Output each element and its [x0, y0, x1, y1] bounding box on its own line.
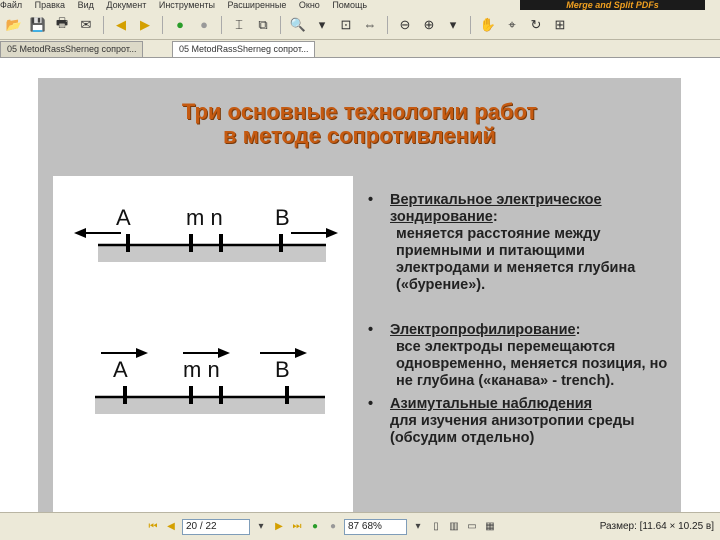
menu-tools[interactable]: Инструменты [159, 0, 215, 10]
zoom-field[interactable]: 87 68% [344, 518, 407, 535]
label-mn-top: m n [186, 205, 223, 230]
fit-width-icon[interactable]: ⇔ [360, 15, 380, 35]
label-a-bottom: A [113, 357, 128, 382]
facing-page-icon[interactable]: ▭ [465, 520, 479, 534]
next-page-icon[interactable]: ▶ [272, 520, 286, 534]
bullet-dot: • [368, 192, 374, 208]
zoom-dropdown-icon[interactable]: ▾ [312, 15, 332, 35]
arrowhead-left-top [74, 228, 86, 238]
toolbar-separator [221, 15, 222, 34]
prev-page-icon[interactable]: ◀ [164, 520, 178, 534]
document-canvas[interactable]: Три основные технологии работ в методе с… [0, 58, 720, 516]
fit-page-icon[interactable]: ⊡ [336, 15, 356, 35]
menu-document[interactable]: Документ [106, 0, 146, 10]
bullet-body: все электроды перемещаются одновременно,… [396, 339, 668, 389]
menu-help[interactable]: Помощь [332, 0, 367, 10]
next-arrow-icon[interactable]: ▶ [135, 15, 155, 35]
toolbar-separator [280, 15, 281, 34]
bullet-profiling: • Электропрофилирование: все электроды п… [368, 322, 668, 390]
tab-document-2[interactable]: 05 MetodRassSherneg сопрот... [172, 41, 316, 57]
page-size-indicator: Размер: [11.64 × 10.25 в] [599, 521, 714, 532]
ground-layer-top [98, 246, 326, 262]
continuous-page-icon[interactable]: ▥ [447, 520, 461, 534]
bullet-body: для изучения анизотропии среды (обсудим … [390, 413, 635, 446]
toolbar: 📂 💾 🖶 ✉ ◀ ▶ ● ● ⌶ ⧉ 🔍 ▾ ⊡ ⇔ ⊖ ⊕ ▾ ✋ ⌖ ↻ … [0, 10, 720, 40]
arrowhead-mn-bottom [218, 348, 230, 358]
menu-advanced[interactable]: Расширенные [227, 0, 286, 10]
bullet-azimuthal: • Азимутальные наблюдения для изучения а… [368, 396, 668, 447]
zoom-out-icon[interactable]: ⊖ [395, 15, 415, 35]
electrode-diagram: A m n B A m n B [53, 176, 353, 516]
page-number-field[interactable]: 20 / 22 [182, 518, 250, 535]
bullet-heading: Электропрофилирование [390, 322, 576, 338]
toolbar-separator [162, 15, 163, 34]
bullet-dot: • [368, 396, 374, 412]
label-mn-bottom: m n [183, 357, 220, 382]
zoom-in-icon[interactable]: 🔍 [288, 15, 308, 35]
bullet-colon: : [575, 322, 581, 338]
electrode-diagram-svg: A m n B A m n B [74, 205, 338, 414]
select-tool-icon[interactable]: ⌖ [502, 15, 522, 35]
rotate-icon[interactable]: ↻ [526, 15, 546, 35]
hand-tool-icon[interactable]: ✋ [478, 15, 498, 35]
open-icon[interactable]: 📂 [4, 15, 24, 35]
toolbar-separator [470, 15, 471, 34]
arrowhead-right-top [326, 228, 338, 238]
ground-layer-bottom [95, 398, 325, 414]
bullet-body: меняется расстояние между приемными и пи… [396, 226, 636, 293]
save-icon[interactable]: 💾 [28, 15, 48, 35]
bullet-colon: : [492, 209, 498, 225]
last-page-icon[interactable]: ⏭ [290, 520, 304, 534]
menu-edit[interactable]: Правка [35, 0, 65, 10]
snapshot-icon[interactable]: ⧉ [253, 15, 273, 35]
arrowhead-b-bottom [295, 348, 307, 358]
menu-window[interactable]: Окно [299, 0, 320, 10]
toolbar-separator [387, 15, 388, 34]
back-view-icon[interactable]: ● [308, 520, 322, 534]
first-page-icon[interactable]: ⏮ [146, 520, 160, 534]
single-page-icon[interactable]: ▯ [429, 520, 443, 534]
label-b-top: B [275, 205, 290, 230]
bullet-list: • Вертикальное электрическое зондировани… [368, 192, 668, 447]
label-a-top: A [116, 205, 131, 230]
slide: Три основные технологии работ в методе с… [38, 78, 681, 516]
document-tabs: 05 MetodRassSherneg сопрот... 05 MetodRa… [0, 40, 720, 58]
zoom-dropdown-icon[interactable]: ▾ [411, 520, 425, 534]
slide-title-line1: Три основные технологии работ [181, 99, 538, 124]
tab-document-1[interactable]: 05 MetodRassSherneg сопрот... [0, 41, 144, 57]
go-back-icon[interactable]: ● [170, 15, 190, 35]
toolbar-separator [103, 15, 104, 34]
zoom-menu-icon[interactable]: ▾ [443, 15, 463, 35]
zoom-plus-icon[interactable]: ⊕ [419, 15, 439, 35]
page-dropdown-icon[interactable]: ▾ [254, 520, 268, 534]
forward-view-icon[interactable]: ● [326, 520, 340, 534]
print-icon[interactable]: 🖶 [52, 15, 72, 35]
continuous-facing-icon[interactable]: ▦ [483, 520, 497, 534]
go-forward-icon[interactable]: ● [194, 15, 214, 35]
bullet-heading: Азимутальные наблюдения [390, 396, 593, 412]
label-b-bottom: B [275, 357, 290, 382]
status-bar: ⏮ ◀ 20 / 22 ▾ ▶ ⏭ ● ● 87 68% ▾ ▯ ▥ ▭ ▦ Р… [0, 512, 720, 540]
menu-view[interactable]: Вид [78, 0, 94, 10]
bullet-ves: • Вертикальное электрическое зондировани… [368, 192, 668, 294]
email-icon[interactable]: ✉ [76, 15, 96, 35]
arrowhead-a-bottom [136, 348, 148, 358]
slide-title-line2: в методе сопротивлений [223, 123, 496, 148]
text-select-icon[interactable]: ⌶ [229, 15, 249, 35]
menu-file[interactable]: Файл [0, 0, 22, 10]
bullet-dot: • [368, 322, 374, 338]
search-text-icon[interactable]: ⊞ [550, 15, 570, 35]
slide-title: Три основные технологии работ в методе с… [38, 100, 681, 148]
prev-arrow-icon[interactable]: ◀ [111, 15, 131, 35]
